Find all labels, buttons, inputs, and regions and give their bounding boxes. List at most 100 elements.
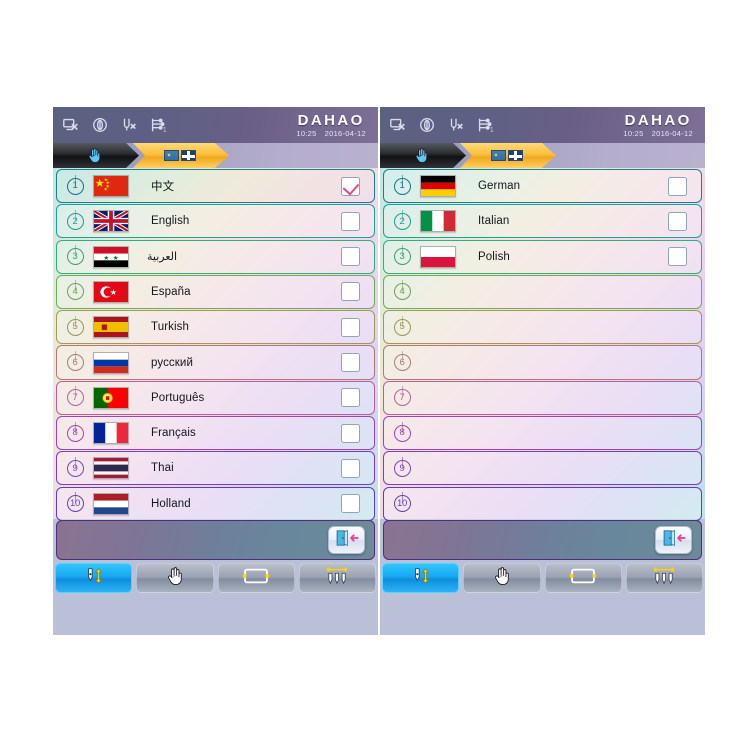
language-row[interactable]: 9 Thai bbox=[56, 451, 375, 486]
language-checkbox[interactable] bbox=[340, 388, 360, 408]
language-label: Thai bbox=[151, 462, 174, 475]
hand-pointer-icon bbox=[166, 566, 184, 591]
row-index-number: 4 bbox=[66, 283, 84, 301]
language-label: Holland bbox=[151, 497, 191, 510]
row-index-badge: 3 bbox=[388, 245, 416, 266]
flag-cell bbox=[89, 492, 133, 515]
language-row[interactable]: 4 bbox=[383, 274, 702, 310]
checkbox-cell bbox=[333, 353, 367, 372]
flag-syria-icon bbox=[93, 245, 129, 268]
needle-break-icon bbox=[120, 116, 138, 134]
clock-time: 10:25 bbox=[296, 128, 317, 138]
language-row[interactable]: 10 bbox=[383, 486, 702, 521]
row-index-number: 9 bbox=[393, 459, 411, 477]
language-checkbox[interactable] bbox=[340, 317, 360, 337]
status-icon-group: 1 bbox=[386, 116, 494, 134]
manual-operation-crumb[interactable] bbox=[380, 143, 466, 168]
language-row[interactable]: 2 English bbox=[56, 204, 375, 239]
manual-hand-button[interactable] bbox=[463, 563, 541, 593]
flags-icon bbox=[164, 150, 196, 161]
screen: 1 DAHAO 10:25 2016-04-12 1 中文 2 English 3 العر… bbox=[0, 0, 750, 750]
needle-updown-button[interactable] bbox=[55, 563, 133, 593]
language-row[interactable]: 2 Italian bbox=[383, 204, 702, 239]
frame-border-button[interactable] bbox=[544, 563, 622, 593]
language-row[interactable]: 5 Turkish bbox=[56, 310, 375, 345]
language-label: 中文 bbox=[151, 181, 175, 194]
checkbox-cell bbox=[660, 494, 694, 513]
language-checkbox[interactable] bbox=[340, 458, 360, 478]
thread-trim-1-icon: 1 bbox=[149, 116, 167, 134]
three-needles-icon bbox=[647, 566, 681, 591]
row-index-number: 5 bbox=[66, 318, 84, 336]
language-label: Français bbox=[151, 427, 196, 440]
hand-pointer-icon bbox=[87, 147, 103, 164]
checkbox-cell bbox=[333, 176, 367, 196]
flag-turkey-icon bbox=[93, 280, 129, 303]
action-strip bbox=[383, 520, 702, 560]
language-select-crumb[interactable] bbox=[460, 143, 556, 168]
checkbox-cell bbox=[660, 459, 694, 478]
language-checkbox[interactable] bbox=[340, 353, 360, 372]
flag-france-icon bbox=[93, 422, 129, 445]
language-checkbox[interactable] bbox=[340, 211, 360, 231]
language-checkbox[interactable] bbox=[667, 211, 687, 231]
row-index-badge: 5 bbox=[388, 315, 416, 336]
language-select-crumb[interactable] bbox=[133, 143, 229, 168]
exit-button[interactable] bbox=[328, 526, 365, 554]
language-row[interactable]: 7 Português bbox=[56, 380, 375, 415]
row-index-badge: 4 bbox=[61, 280, 89, 301]
frame-border-button[interactable] bbox=[217, 563, 295, 593]
language-label: русский bbox=[151, 356, 193, 369]
flag-uk-icon bbox=[93, 210, 129, 233]
language-checkbox[interactable] bbox=[340, 282, 360, 302]
flag-cell bbox=[89, 245, 133, 268]
language-row[interactable]: 6 bbox=[383, 345, 702, 380]
needle-updown-button[interactable] bbox=[382, 563, 460, 593]
manual-operation-crumb[interactable] bbox=[53, 143, 139, 168]
language-row[interactable]: 7 bbox=[383, 380, 702, 415]
multi-needle-button[interactable] bbox=[298, 563, 376, 593]
row-index-number: 7 bbox=[66, 389, 84, 407]
right-panel: 1 DAHAO 10:25 2016-04-12 1 German 2 Italian 3… bbox=[380, 107, 705, 635]
flag-holland-icon bbox=[93, 492, 129, 515]
language-label: España bbox=[151, 285, 191, 298]
language-row[interactable]: 4 España bbox=[56, 274, 375, 310]
language-row[interactable]: 3 العربية bbox=[56, 239, 375, 274]
language-checkbox[interactable] bbox=[667, 247, 687, 267]
language-row[interactable]: 1 中文 bbox=[56, 169, 375, 204]
language-row[interactable]: 8 Français bbox=[56, 415, 375, 451]
language-label: Polish bbox=[478, 250, 510, 263]
row-index-number: 2 bbox=[393, 212, 411, 230]
thread-trim-1-icon: 1 bbox=[476, 116, 494, 134]
language-checkbox[interactable] bbox=[340, 423, 360, 443]
language-checkbox[interactable] bbox=[340, 247, 360, 267]
multi-needle-button[interactable] bbox=[625, 563, 703, 593]
exit-button[interactable] bbox=[655, 526, 692, 554]
language-row[interactable]: 8 bbox=[383, 415, 702, 451]
manual-hand-button[interactable] bbox=[136, 563, 214, 593]
checkbox-cell bbox=[660, 424, 694, 443]
clock-date: 2016-04-12 bbox=[324, 128, 366, 138]
oil-shuttle-icon bbox=[91, 116, 109, 134]
language-checkbox[interactable] bbox=[340, 494, 360, 514]
language-checkbox[interactable] bbox=[340, 176, 360, 196]
language-checkbox[interactable] bbox=[667, 176, 687, 196]
row-index-number: 2 bbox=[66, 212, 84, 230]
language-row[interactable]: 1 German bbox=[383, 169, 702, 204]
machine-stop-icon bbox=[389, 116, 407, 134]
language-row[interactable]: 6 русский bbox=[56, 345, 375, 380]
language-label: Turkish bbox=[151, 321, 189, 334]
flag-cell bbox=[416, 175, 460, 198]
language-row[interactable]: 5 bbox=[383, 310, 702, 345]
flags-icon bbox=[491, 150, 523, 161]
flag-cell bbox=[89, 175, 133, 198]
language-row[interactable]: 10 Holland bbox=[56, 486, 375, 521]
checkbox-cell bbox=[660, 318, 694, 337]
checkbox-cell bbox=[333, 423, 367, 443]
oil-shuttle-icon bbox=[418, 116, 436, 134]
language-row[interactable]: 3 Polish bbox=[383, 239, 702, 274]
flag-spain-icon bbox=[93, 316, 129, 339]
language-row[interactable]: 9 bbox=[383, 451, 702, 486]
flag-cell bbox=[89, 351, 133, 374]
needle-up-down-icon bbox=[406, 566, 436, 591]
